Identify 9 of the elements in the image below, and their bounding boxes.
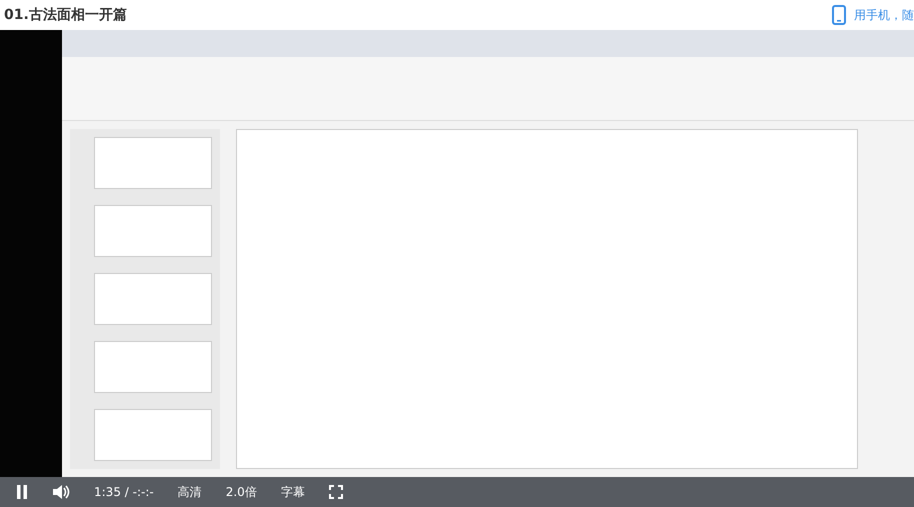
video-title: 01.古法面相一开篇 — [4, 6, 127, 24]
phone-icon — [832, 5, 846, 25]
quality-button[interactable]: 高清 — [178, 486, 202, 498]
speed-button[interactable]: 2.0倍 — [226, 486, 257, 498]
volume-icon[interactable] — [52, 484, 70, 500]
fullscreen-icon[interactable] — [328, 485, 343, 499]
subtitles-button[interactable]: 字幕 — [280, 486, 305, 498]
playback-time: 1:35 / -:-:- — [94, 484, 154, 501]
pause-button[interactable] — [16, 485, 28, 499]
